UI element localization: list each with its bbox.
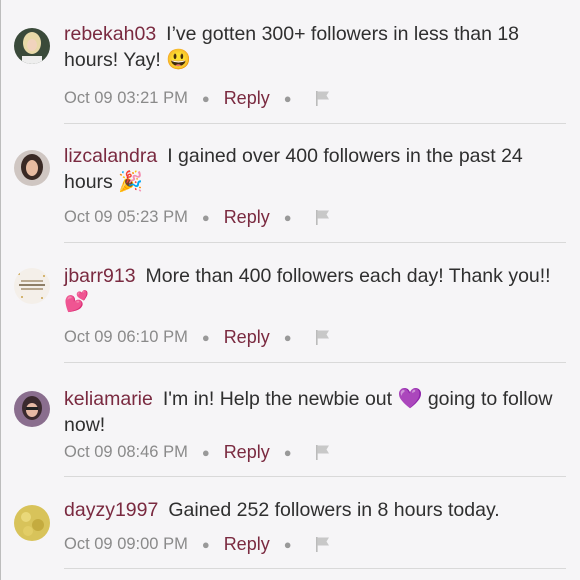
- flag-icon[interactable]: [314, 328, 332, 346]
- separator-dot: ●: [201, 536, 210, 552]
- comment-divider: [64, 362, 566, 363]
- reply-button[interactable]: Reply: [224, 327, 270, 348]
- user-avatar-icon[interactable]: [14, 150, 50, 186]
- separator-dot: ●: [283, 536, 292, 552]
- comment-divider: [64, 123, 566, 124]
- separator-dot: ●: [283, 209, 292, 225]
- flag-icon[interactable]: [314, 89, 332, 107]
- grinning-face-emoji-icon: 😃: [166, 49, 192, 71]
- comment-divider: [64, 568, 566, 569]
- separator-dot: ●: [283, 90, 292, 106]
- comment-divider: [64, 242, 566, 243]
- two-hearts-emoji-icon: 💕: [64, 291, 89, 313]
- username-link[interactable]: keliamarie: [64, 388, 153, 410]
- separator-dot: ●: [283, 444, 292, 460]
- flag-icon[interactable]: [314, 535, 332, 553]
- comment-body: lizcalandra I gained over 400 followers i…: [64, 143, 564, 195]
- separator-dot: ●: [201, 209, 210, 225]
- party-popper-emoji-icon: 🎉: [118, 171, 144, 193]
- comment-text: More than 400 followers each day! Thank …: [145, 265, 551, 287]
- reply-button[interactable]: Reply: [224, 534, 270, 555]
- comment-body: keliamarie I'm in! Help the newbie out 💜 …: [64, 386, 564, 438]
- username-link[interactable]: jbarr913: [64, 265, 136, 287]
- user-avatar-icon[interactable]: [14, 28, 50, 64]
- user-avatar-icon[interactable]: [14, 268, 50, 304]
- comment-meta: Oct 09 08:46 PM ● Reply ●: [64, 441, 332, 463]
- user-avatar-icon[interactable]: [14, 391, 50, 427]
- username-link[interactable]: lizcalandra: [64, 145, 157, 167]
- reply-button[interactable]: Reply: [224, 207, 270, 228]
- comment-meta: Oct 09 09:00 PM ● Reply ●: [64, 533, 332, 555]
- separator-dot: ●: [201, 90, 210, 106]
- username-link[interactable]: rebekah03: [64, 23, 156, 45]
- reply-button[interactable]: Reply: [224, 88, 270, 109]
- flag-icon[interactable]: [314, 443, 332, 461]
- timestamp: Oct 09 05:23 PM: [64, 207, 188, 226]
- comment-text: Gained 252 followers in 8 hours today.: [168, 499, 500, 521]
- separator-dot: ●: [283, 329, 292, 345]
- left-border: [0, 0, 1, 580]
- reply-button[interactable]: Reply: [224, 442, 270, 463]
- timestamp: Oct 09 06:10 PM: [64, 327, 188, 346]
- comment-meta: Oct 09 05:23 PM ● Reply ●: [64, 206, 332, 228]
- username-link[interactable]: dayzy1997: [64, 499, 158, 521]
- comment-body: jbarr913 More than 400 followers each day…: [64, 263, 564, 315]
- comment-divider: [64, 476, 566, 477]
- timestamp: Oct 09 09:00 PM: [64, 534, 188, 553]
- comment-text-start: I'm in! Help the newbie out: [162, 388, 393, 410]
- purple-heart-emoji-icon: 💜: [397, 388, 423, 410]
- timestamp: Oct 09 08:46 PM: [64, 442, 188, 461]
- separator-dot: ●: [201, 329, 210, 345]
- comment-body: dayzy1997 Gained 252 followers in 8 hours…: [64, 497, 564, 523]
- user-avatar-icon[interactable]: [14, 505, 50, 541]
- comment-body: rebekah03 I’ve gotten 300+ followers in l…: [64, 21, 564, 73]
- separator-dot: ●: [201, 444, 210, 460]
- comment-meta: Oct 09 03:21 PM ● Reply ●: [64, 87, 332, 109]
- flag-icon[interactable]: [314, 208, 332, 226]
- comment-meta: Oct 09 06:10 PM ● Reply ●: [64, 326, 332, 348]
- timestamp: Oct 09 03:21 PM: [64, 88, 188, 107]
